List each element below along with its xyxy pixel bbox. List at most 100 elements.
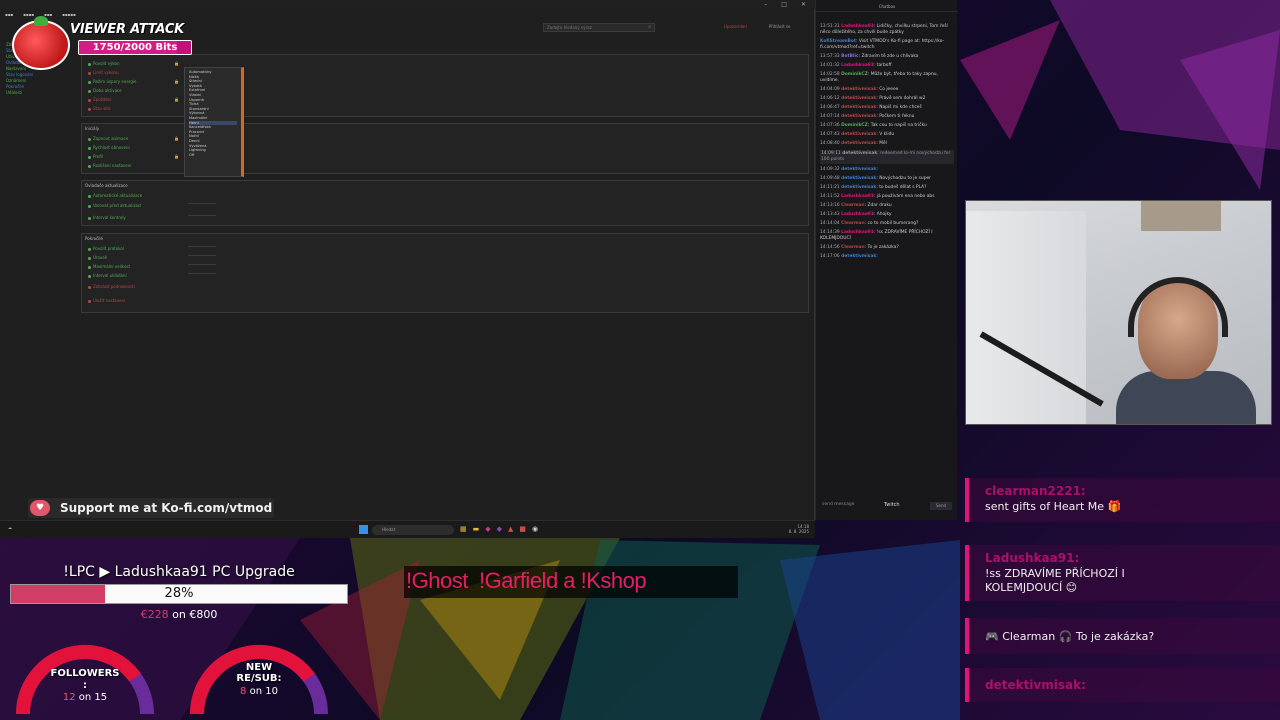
login-link[interactable]: Přihlásit se [769, 24, 791, 29]
chat-username[interactable]: detektivmisak [842, 151, 877, 156]
search-input[interactable]: Zadejte hledaný výraz ⌕ [543, 23, 655, 32]
dropdown-list[interactable]: Automaticky Nízká Střední Vysoká Extrémn… [184, 67, 244, 177]
lock-icon[interactable]: 🔒 [174, 154, 179, 159]
chat-username[interactable]: Clearman [841, 245, 865, 250]
chat-text: V klidu [879, 132, 895, 137]
subs-gauge: NEW RE/SUB: 8 on 10 [184, 636, 334, 716]
chat-username[interactable]: Clearman [841, 203, 865, 208]
chat-time: 14:09:32 [820, 167, 840, 172]
chat-time: 14:06:12 [820, 96, 840, 101]
chat-username[interactable]: detektivmisak [841, 254, 876, 259]
taskbar-search[interactable]: Hledat [372, 525, 454, 535]
chat-text: redeemed lo-mi novýchodzu for 100 points [821, 151, 951, 162]
headset-icon [1128, 277, 1228, 337]
setting-row: Varovat před aktualizací [88, 203, 141, 208]
chat-username[interactable]: DominikCZ [841, 72, 868, 77]
stream-canvas: – □ ✕ ▪▪▪ ▪▪▪▪ ▪▪▪ ▪▪▪▪▪ Zadejte hledaný… [0, 0, 1280, 720]
app-icon[interactable]: ■ [519, 525, 526, 533]
chat-username[interactable]: detektivmisak [841, 132, 876, 137]
lock-icon[interactable]: 🔒 [174, 97, 179, 102]
feed-user: detektivmisak: [985, 678, 1086, 692]
chat-time: 14:09:48 [820, 176, 840, 181]
maximize-icon[interactable]: □ [781, 1, 787, 8]
app-icon[interactable]: ▲ [508, 525, 513, 533]
dropdown-option[interactable]: Off [189, 153, 237, 158]
setting-row: Povolit protokol [88, 246, 124, 251]
setting-row: Režim úspory energie [88, 79, 136, 84]
chat-username[interactable]: detektivmisak [841, 176, 876, 181]
value-field[interactable] [188, 203, 216, 204]
chat-username[interactable]: Ladushkaa91 [841, 230, 874, 235]
taskbar-weather[interactable]: ☁ [8, 525, 12, 530]
lock-icon[interactable]: 🔒 [174, 136, 179, 141]
chat-username[interactable]: KofiStreamBot [820, 39, 856, 44]
file-explorer-icon[interactable]: ▦ [460, 525, 467, 533]
chat-username[interactable]: Clearman [841, 221, 865, 226]
chat-username[interactable]: detektivmisak [841, 96, 876, 101]
chat-username[interactable]: detektivmisak [841, 105, 876, 110]
chat-time: 14:07:14 [820, 114, 840, 119]
feed-card: clearman2221: sent gifts of Heart Me 🎁 [965, 478, 1280, 522]
windows-start-icon[interactable] [359, 525, 368, 534]
taskbar: ☁ Hledat ▦ ▬ ◆ ◆ ▲ ■ ◉ 14:18 8. 8. 2025 [0, 520, 815, 538]
kofi-cup-icon: ♥ [30, 500, 50, 516]
app-icon[interactable]: ◆ [497, 525, 502, 533]
chat-username[interactable]: Ladushkaa91 [841, 194, 874, 199]
side-tree-item[interactable]: Události [6, 90, 76, 96]
chat-username[interactable]: detektivmisak [841, 141, 876, 146]
chat-text: Lidičky, chvilku strpení, Tom řeší něco … [820, 24, 948, 35]
feed-text: !ss ZDRAVÍME PŘÍCHOZÍ I [985, 567, 1125, 580]
value-field[interactable] [188, 273, 216, 274]
subs-label-2: RE/SUB: [236, 673, 282, 684]
chat-message: 14:13:16 Clearman: Zdar draku [820, 203, 892, 208]
chat-time: 14:14:04 [820, 221, 840, 226]
chat-text: Zdar draku [867, 203, 892, 208]
chat-message: 14:06:12 detektivmisak: Právě sem dohrál… [820, 96, 926, 101]
chat-username[interactable]: Ladushkaa91 [841, 24, 874, 29]
value-field[interactable] [188, 255, 216, 256]
chat-text: Napiš mi kde chceš [879, 105, 922, 110]
chat-username[interactable]: Ladushkaa91 [841, 63, 874, 68]
chat-message: 14:08:40 detektivmisak: Měl [820, 141, 887, 146]
chat-text: Zdravím tě zde u chlívaka [861, 54, 919, 59]
value-field[interactable] [188, 215, 216, 216]
lock-icon[interactable]: 🔒 [174, 79, 179, 84]
setting-row: Interval ukládání [88, 273, 127, 278]
minimize-icon[interactable]: – [764, 1, 767, 8]
tomato-leaf-icon [34, 16, 48, 26]
chat-time: 14:13:43 [820, 212, 840, 217]
setting-row: Maximální velikost [88, 264, 130, 269]
feed-card: 🎮 Clearman 🎧 To je zakázka? [965, 618, 1280, 654]
chat-send-button[interactable]: Send [930, 502, 952, 510]
chat-username[interactable]: detektivmisak [841, 185, 876, 190]
close-icon[interactable]: ✕ [801, 1, 806, 8]
value-field[interactable] [188, 264, 216, 265]
chat-message: KofiStreamBot: Visit VTMOD's Ko-fi page … [820, 39, 945, 50]
settings-panel-4: Pokročilé Povolit protokol Úroveň Maximá… [81, 233, 809, 313]
chat-username[interactable]: BotBlic [841, 54, 858, 59]
value-field[interactable] [188, 246, 216, 247]
chat-username[interactable]: Ladushkaa91 [841, 212, 874, 217]
chat-platform-select[interactable]: Twitch [884, 502, 900, 508]
chat-input-placeholder: send message [822, 502, 855, 507]
chat-panel: Chatbox 13:51:31 Ladushkaa91: Lidičky, c… [815, 0, 958, 520]
system-tray[interactable]: 14:18 8. 8. 2025 [789, 524, 809, 534]
app-icon[interactable]: ◆ [485, 525, 490, 533]
folder-icon[interactable]: ▬ [473, 525, 480, 533]
feed-user: Ladushkaa91: [985, 551, 1080, 565]
chat-text: já používám ena nebo abs [876, 194, 935, 199]
donation-goal: !LPC ▶ Ladushkaa91 PC Upgrade 28% €228 o… [8, 562, 350, 622]
chat-username[interactable]: detektivmisak [841, 87, 876, 92]
chrome-icon[interactable]: ◉ [532, 525, 538, 533]
setting-row: Uložit nastavení [88, 298, 125, 303]
chat-username[interactable]: DominikCZ [841, 123, 868, 128]
chat-username[interactable]: detektivmisak [841, 167, 876, 172]
notifications-link[interactable]: Upozornění [724, 24, 747, 29]
chat-text: tarboff [876, 63, 892, 68]
setting-row: Zapnout animace [88, 136, 128, 141]
chat-message: 14:07:14 detektivmisak: Počkem ti řeknu [820, 114, 915, 119]
panel-title: Iniciály [85, 126, 100, 131]
chat-message: 14:09:11 detektivmisak: redeemed lo-mi n… [820, 150, 954, 164]
chat-message: 14:14:56 Clearman: To je zakázka? [820, 245, 899, 250]
chat-username[interactable]: detektivmisak [841, 114, 876, 119]
